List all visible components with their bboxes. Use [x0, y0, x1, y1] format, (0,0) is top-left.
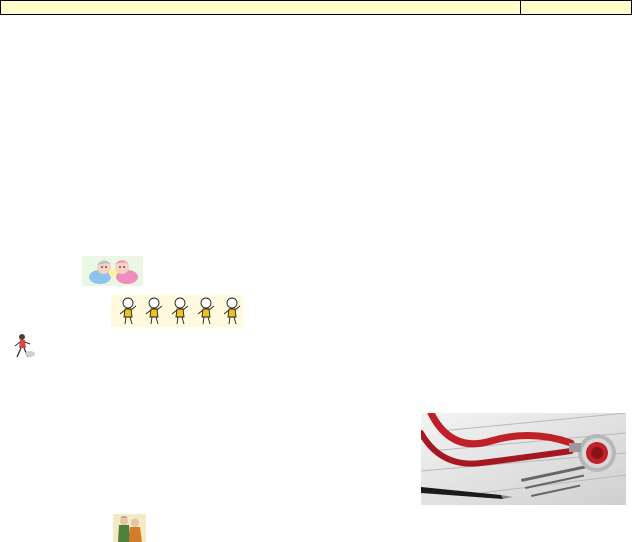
- children-illustration: [111, 295, 243, 327]
- header-table: [0, 0, 632, 15]
- babies-illustration: [82, 256, 143, 286]
- document-page: [0, 0, 632, 542]
- header-row: [0, 0, 632, 15]
- couple-illustration: [113, 514, 146, 542]
- stethoscope-photo: [421, 413, 626, 505]
- header-cell-main: [0, 0, 521, 15]
- walking-person-illustration: [9, 332, 37, 360]
- header-cell-side: [520, 0, 632, 15]
